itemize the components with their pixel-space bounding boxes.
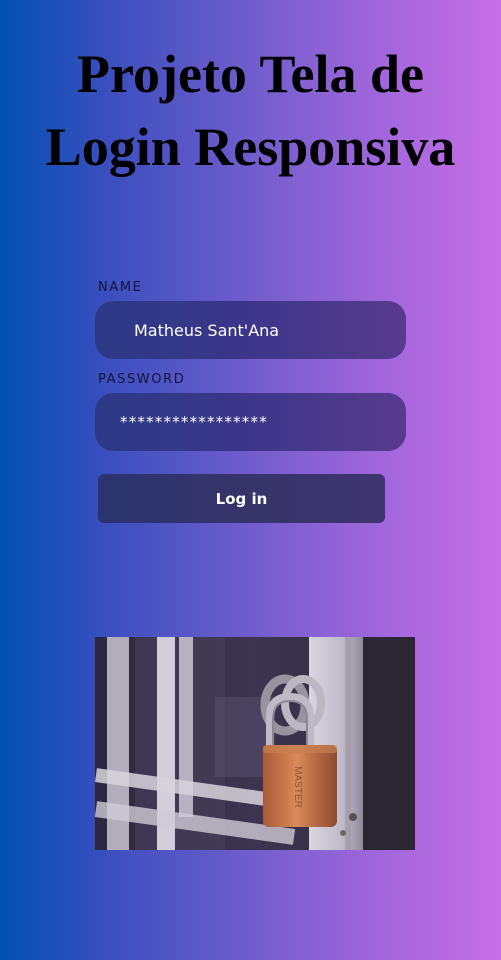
padlock-photo: MASTER (95, 637, 415, 850)
name-field-value[interactable]: Matheus Sant'Ana (134, 321, 279, 340)
name-field[interactable]: Matheus Sant'Ana (95, 301, 406, 359)
password-field-value[interactable]: ***************** (120, 413, 268, 431)
password-field[interactable]: ***************** (95, 393, 406, 451)
password-label: PASSWORD (98, 372, 186, 387)
page-title-line-1: Projeto Tela de (77, 44, 424, 104)
svg-text:MASTER: MASTER (292, 766, 303, 808)
name-label: NAME (98, 280, 143, 295)
page-title: Projeto Tela de Login Responsiva (0, 38, 501, 184)
page-title-line-2: Login Responsiva (45, 117, 456, 177)
login-button[interactable]: Log in (98, 474, 385, 523)
